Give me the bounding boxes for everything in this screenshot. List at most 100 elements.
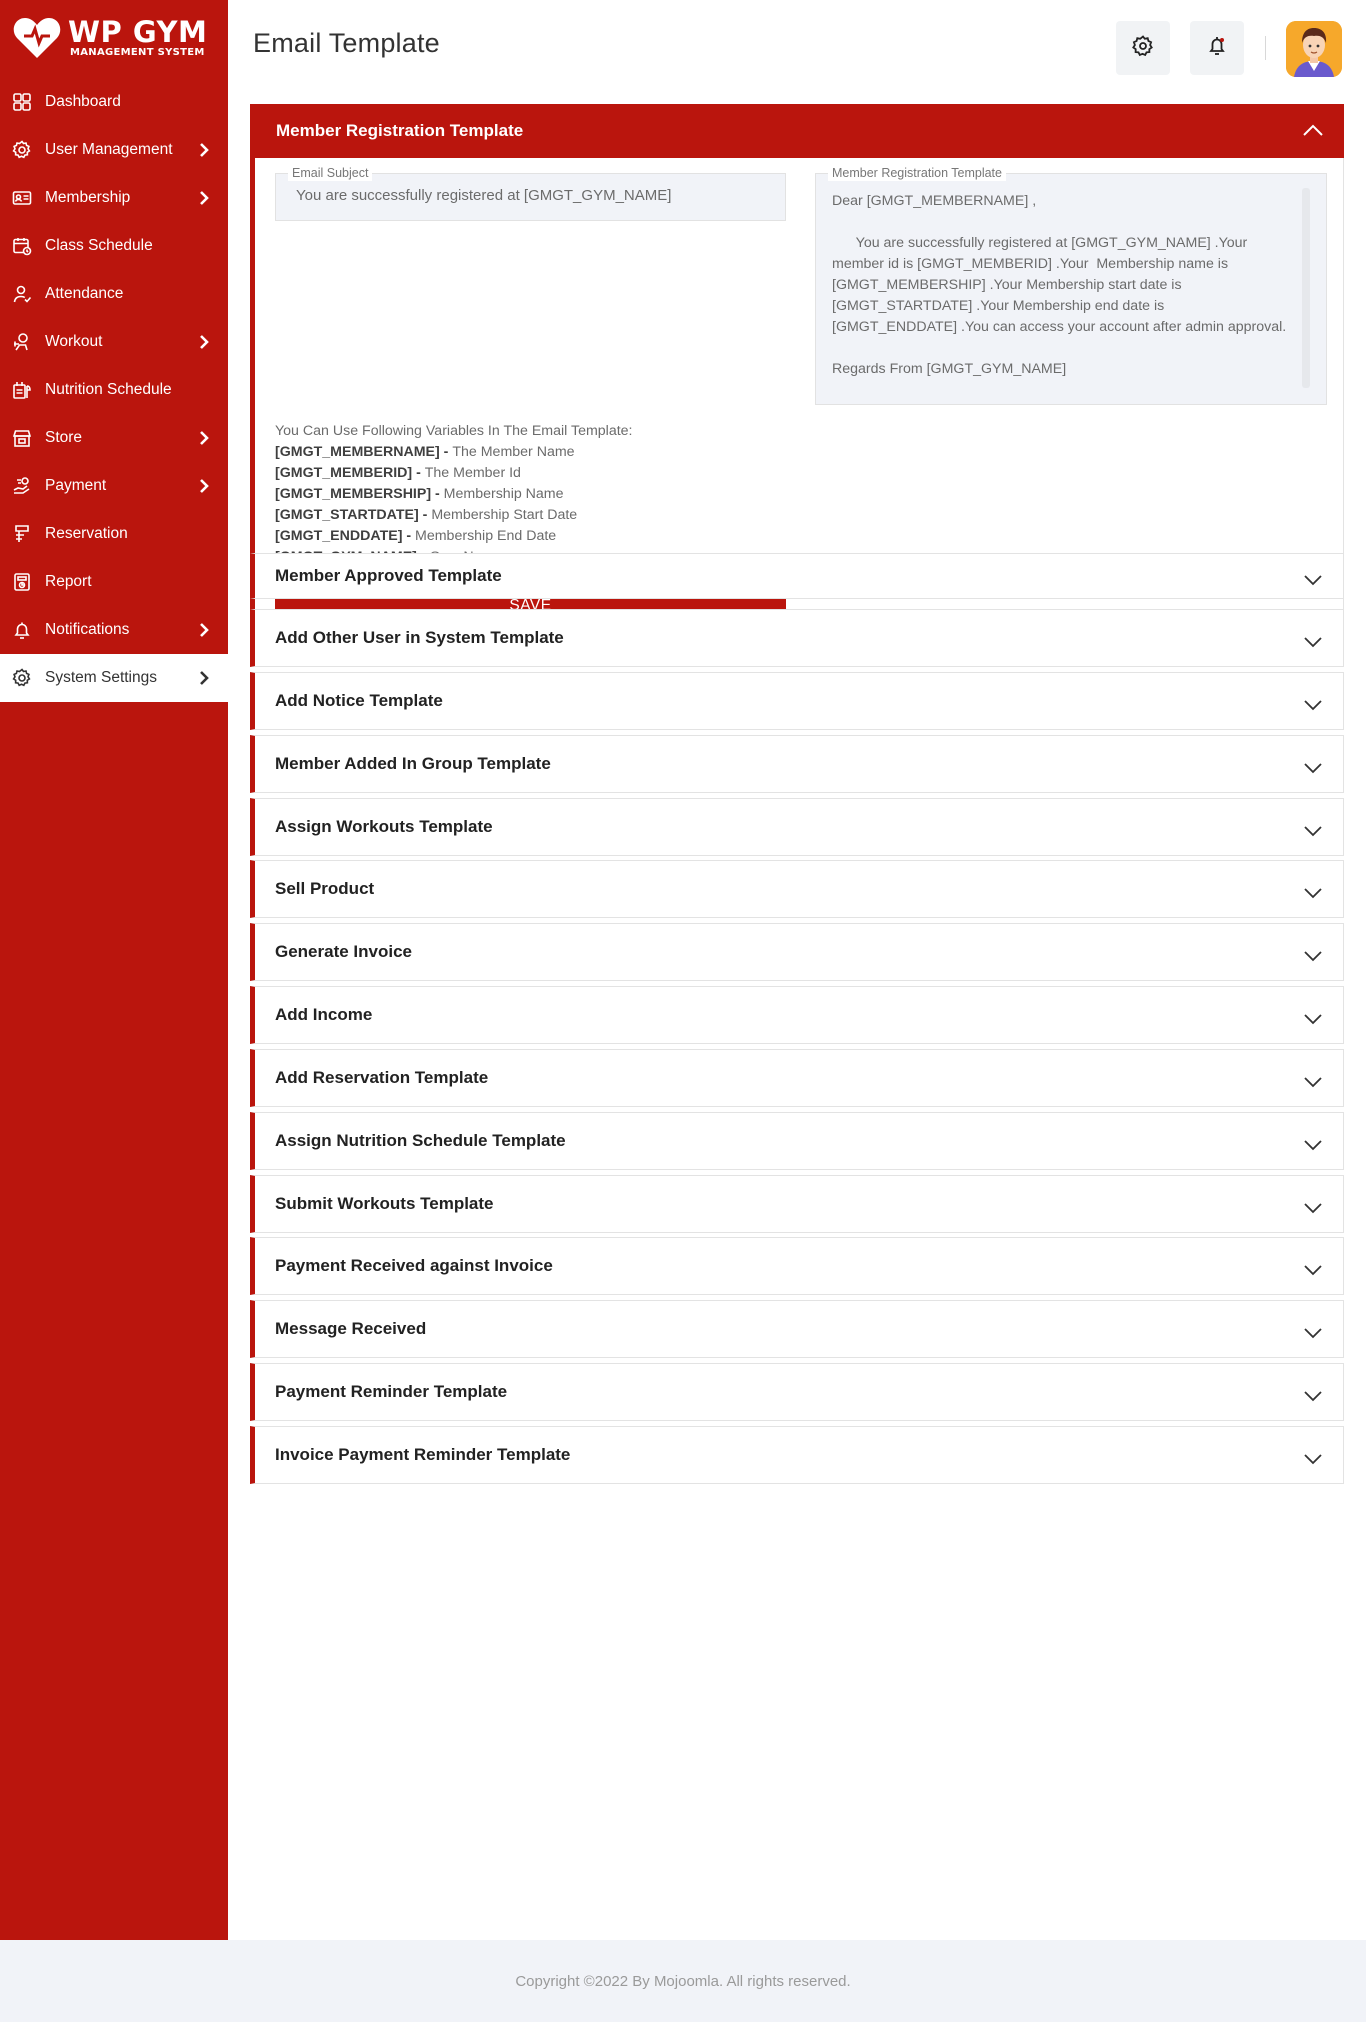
sidebar-item-nutrition-schedule[interactable]: Nutrition Schedule — [0, 366, 228, 414]
variable-code: [GMGT_ENDDATE] — [275, 528, 403, 544]
chevron-down-icon[interactable] — [1303, 1450, 1323, 1465]
textarea-scrollbar[interactable] — [1302, 188, 1310, 388]
accordion-item[interactable]: Assign Nutrition Schedule Template — [250, 1112, 1344, 1170]
template-body-textarea[interactable]: Member Registration Template Dear [GMGT_… — [815, 165, 1327, 405]
bell-icon — [1205, 34, 1229, 63]
settings-button[interactable] — [1116, 21, 1170, 75]
template-body-value: Dear [GMGT_MEMBERNAME] , You are success… — [832, 193, 1287, 377]
variable-description: Membership Start Date — [431, 507, 578, 523]
sidebar-item-report[interactable]: Report — [0, 558, 228, 606]
accordion-item-title: Assign Nutrition Schedule Template — [275, 1131, 566, 1150]
accordion-item[interactable]: Add Reservation Template — [250, 1049, 1344, 1107]
accordion-item[interactable]: Submit Workouts Template — [250, 1175, 1344, 1233]
accordion-item-title: Add Other User in System Template — [275, 628, 564, 647]
variable-code: [GMGT_MEMBERNAME] — [275, 444, 440, 460]
header-divider — [1265, 36, 1266, 60]
accordion-item[interactable]: Payment Received against Invoice — [250, 1237, 1344, 1295]
chevron-down-icon[interactable] — [1303, 1387, 1323, 1402]
variable-code: [GMGT_MEMBERID] — [275, 465, 413, 481]
sidebar-item-label: Report — [45, 573, 92, 590]
variable-description: The Member Name — [452, 444, 575, 460]
accordion-item-title: Add Income — [275, 1005, 373, 1024]
sidebar-item-payment[interactable]: Payment — [0, 462, 228, 510]
variable-description: Membership Name — [443, 486, 564, 502]
template-body-label: Member Registration Template — [828, 165, 1006, 181]
chevron-up-icon[interactable] — [1302, 122, 1324, 136]
accordion-item-title: Member Added In Group Template — [275, 754, 551, 773]
accordion-item[interactable]: Message Received — [250, 1300, 1344, 1358]
accordion-item[interactable]: Add Notice Template — [250, 672, 1344, 730]
user-avatar[interactable] — [1286, 21, 1342, 77]
copyright-text: Copyright ©2022 By Mojoomla. All rights … — [515, 1972, 851, 1990]
sidebar-item-system-settings[interactable]: System Settings — [0, 654, 228, 702]
chevron-down-icon[interactable] — [1303, 884, 1323, 899]
sidebar-item-label: User Management — [45, 141, 173, 158]
calendar-icon — [12, 236, 32, 256]
sidebar-item-workout[interactable]: Workout — [0, 318, 228, 366]
notification-button[interactable] — [1190, 21, 1244, 75]
variable-row: [GMGT_MEMBERID] - The Member Id — [275, 463, 633, 484]
email-subject-value: You are successfully registered at [GMGT… — [296, 187, 672, 204]
chevron-down-icon[interactable] — [1303, 1136, 1323, 1151]
panel-header[interactable]: Member Registration Template — [250, 104, 1344, 158]
sidebar-item-label: Dashboard — [45, 93, 121, 110]
chevron-down-icon[interactable] — [1303, 633, 1323, 648]
logo-subtitle: MANAGEMENT SYSTEM — [70, 47, 205, 58]
chevron-down-icon[interactable] — [1303, 947, 1323, 962]
logo-title: WP GYM — [68, 15, 208, 49]
variable-row: [GMGT_ENDDATE] - Membership End Date — [275, 526, 633, 547]
variable-description: The Member Id — [424, 465, 521, 481]
sidebar: WP GYM MANAGEMENT SYSTEM Dashboard User M… — [0, 0, 228, 1940]
sidebar-item-notifications[interactable]: Notifications — [0, 606, 228, 654]
gear-icon — [12, 668, 32, 688]
sidebar-item-class-schedule[interactable]: Class Schedule — [0, 222, 228, 270]
chevron-right-icon — [198, 670, 210, 686]
chevron-right-icon — [198, 478, 210, 494]
chevron-down-icon[interactable] — [1303, 696, 1323, 711]
dashboard-icon — [12, 92, 32, 112]
variable-row: [GMGT_MEMBERSHIP] - Membership Name — [275, 484, 633, 505]
variables-heading: You Can Use Following Variables In The E… — [275, 423, 633, 439]
accordion-item[interactable]: Payment Reminder Template — [250, 1363, 1344, 1421]
accordion-item[interactable]: Member Added In Group Template — [250, 735, 1344, 793]
chevron-down-icon[interactable] — [1303, 1010, 1323, 1025]
logo[interactable]: WP GYM MANAGEMENT SYSTEM — [12, 14, 212, 62]
sidebar-item-dashboard[interactable]: Dashboard — [0, 78, 228, 126]
variable-separator: - — [439, 444, 453, 460]
chevron-down-icon[interactable] — [1303, 822, 1323, 837]
accordion-item-title: Add Reservation Template — [275, 1068, 489, 1087]
sidebar-item-membership[interactable]: Membership — [0, 174, 228, 222]
report-icon — [12, 572, 32, 592]
chevron-down-icon[interactable] — [1303, 1261, 1323, 1276]
chevron-down-icon[interactable] — [1303, 571, 1323, 586]
chevron-down-icon[interactable] — [1303, 1073, 1323, 1088]
sidebar-item-label: System Settings — [45, 669, 157, 686]
accordion-item[interactable]: Add Other User in System Template — [250, 609, 1344, 667]
chevron-down-icon[interactable] — [1303, 1324, 1323, 1339]
accordion-item[interactable]: Add Income — [250, 986, 1344, 1044]
sidebar-item-label: Membership — [45, 189, 131, 206]
sidebar-item-label: Workout — [45, 333, 103, 350]
accordion-item[interactable]: Member Approved Template — [250, 553, 1344, 599]
variable-code: [GMGT_MEMBERSHIP] — [275, 486, 432, 502]
accordion-item[interactable]: Generate Invoice — [250, 923, 1344, 981]
accordion-item[interactable]: Invoice Payment Reminder Template — [250, 1426, 1344, 1484]
accordion-item[interactable]: Assign Workouts Template — [250, 798, 1344, 856]
variable-separator: - — [418, 507, 432, 523]
user-management-icon — [12, 140, 32, 160]
sidebar-item-user-management[interactable]: User Management — [0, 126, 228, 174]
variable-separator: - — [402, 528, 416, 544]
accordion-item[interactable]: Sell Product — [250, 860, 1344, 918]
nutrition-icon — [12, 380, 32, 400]
sidebar-item-reservation[interactable]: Reservation — [0, 510, 228, 558]
accordion-item-title: Add Notice Template — [275, 691, 443, 710]
accordion-item-title: Submit Workouts Template — [275, 1194, 494, 1213]
chevron-down-icon[interactable] — [1303, 759, 1323, 774]
email-subject-field[interactable]: Email Subject You are successfully regis… — [275, 165, 786, 221]
workout-icon — [12, 332, 32, 352]
sidebar-item-attendance[interactable]: Attendance — [0, 270, 228, 318]
chevron-down-icon[interactable] — [1303, 1199, 1323, 1214]
accordion-item-title: Member Approved Template — [275, 566, 502, 585]
sidebar-item-store[interactable]: Store — [0, 414, 228, 462]
footer: Copyright ©2022 By Mojoomla. All rights … — [0, 1940, 1366, 2022]
